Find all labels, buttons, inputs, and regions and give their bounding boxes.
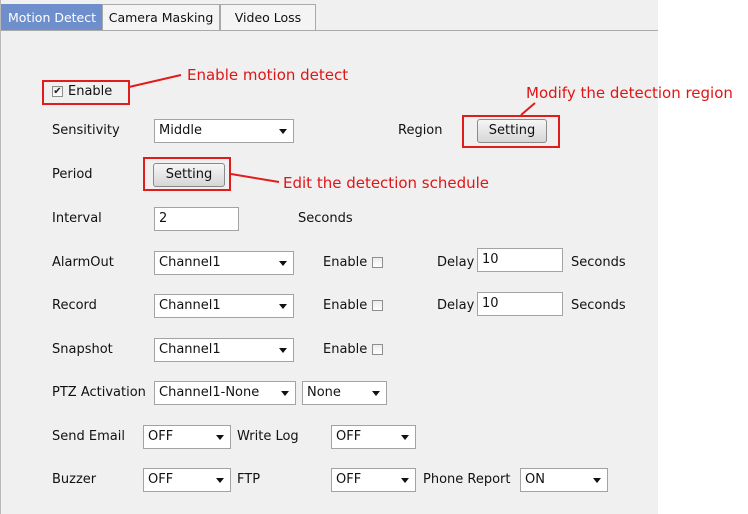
annotation-enable-motion: Enable motion detect	[187, 66, 349, 84]
annotation-leader-lines	[128, 74, 536, 183]
annotation-detection-region: Modify the detection region	[526, 84, 733, 102]
annotation-detection-schedule: Edit the detection schedule	[283, 174, 490, 192]
